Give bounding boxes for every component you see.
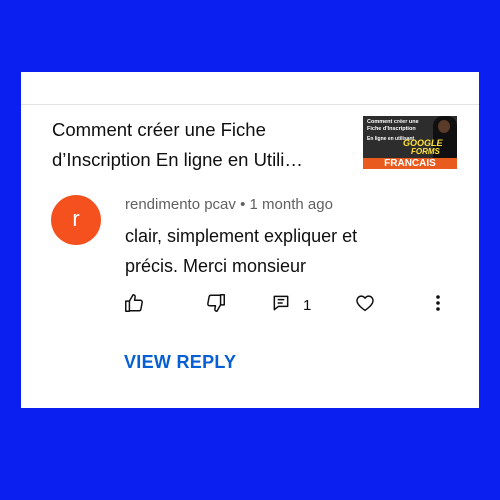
comment-meta: rendimento pcav • 1 month ago xyxy=(125,196,333,213)
replies-button[interactable]: 1 xyxy=(271,292,311,318)
divider xyxy=(21,104,479,105)
thumbnail-person-head xyxy=(438,120,450,133)
comment-author[interactable]: rendimento pcav xyxy=(125,196,236,213)
like-button[interactable] xyxy=(123,292,145,318)
thumbs-up-icon xyxy=(123,292,145,319)
comment-card: Comment créer une Fiche d’Inscription En… xyxy=(21,72,479,408)
thumbs-down-icon xyxy=(205,292,227,319)
more-options-button[interactable] xyxy=(435,292,441,318)
comment-text: clair, simplement expliquer et précis. M… xyxy=(125,226,358,276)
comment-time: 1 month ago xyxy=(249,196,333,213)
comment-icon xyxy=(271,293,291,318)
avatar[interactable]: r xyxy=(51,195,101,245)
heart-icon xyxy=(354,292,376,319)
more-vert-icon xyxy=(435,293,441,318)
meta-separator: • xyxy=(240,196,246,213)
heart-button[interactable] xyxy=(354,292,376,318)
view-reply-button[interactable]: VIEW REPLY xyxy=(124,352,236,373)
thumbnail-text-5: FORMS xyxy=(411,147,440,156)
video-title[interactable]: Comment créer une Fiche d’Inscription En… xyxy=(52,115,337,175)
thumbnail-banner: FRANCAIS xyxy=(363,158,457,169)
thumbnail-text-2: Fiche d'Inscription xyxy=(367,126,416,132)
video-thumbnail[interactable]: Comment créer une Fiche d'Inscription En… xyxy=(363,116,457,169)
thumbnail-text-1: Comment créer une xyxy=(367,119,419,125)
reply-count: 1 xyxy=(303,296,312,314)
dislike-button[interactable] xyxy=(205,292,227,318)
